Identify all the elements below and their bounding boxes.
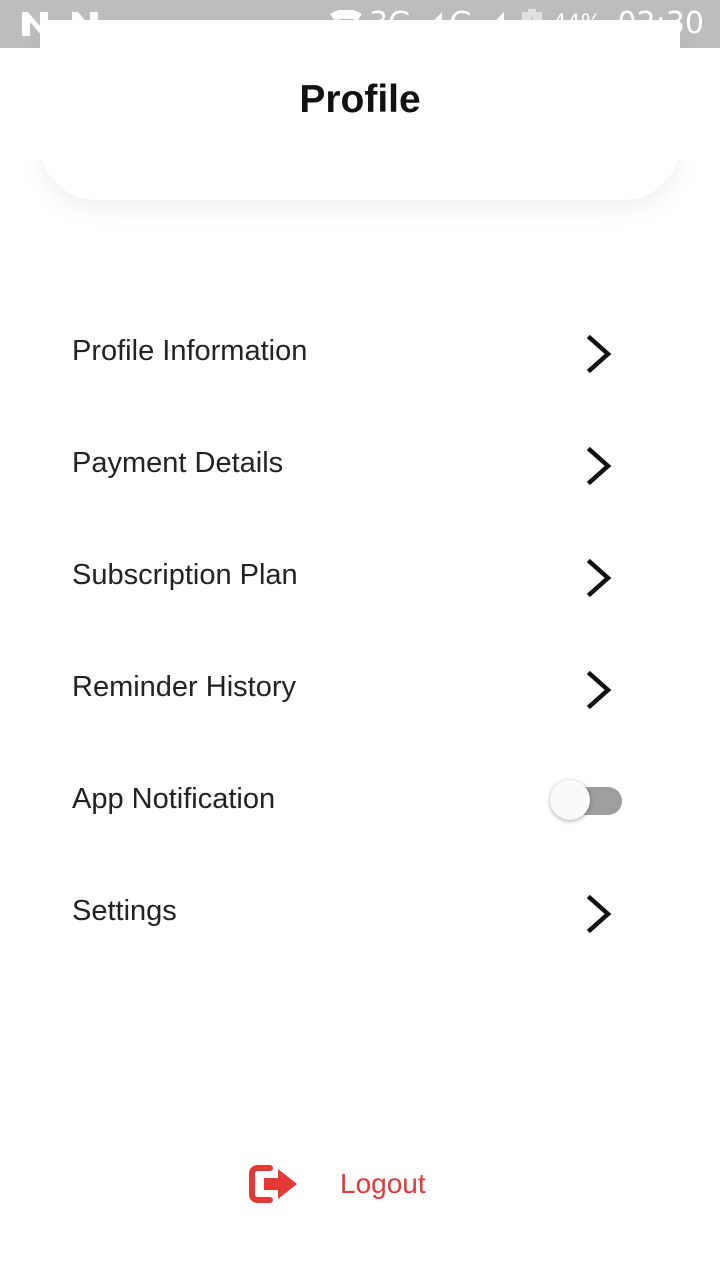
chevron-right-icon: [586, 334, 612, 374]
chevron-right-icon: [586, 446, 612, 486]
toggle-knob: [550, 780, 590, 820]
profile-menu: Profile Information Payment Details Subs…: [0, 298, 720, 970]
menu-item-subscription-plan[interactable]: Subscription Plan: [0, 522, 720, 634]
logout-label: Logout: [340, 1168, 426, 1199]
page-title: Profile: [299, 78, 421, 121]
menu-item-reminder-history[interactable]: Reminder History: [0, 634, 720, 746]
logout-icon: [249, 1165, 297, 1203]
menu-item-label: Profile Information: [72, 335, 308, 367]
chevron-right-icon: [586, 670, 612, 710]
menu-item-label: App Notification: [72, 783, 276, 815]
chevron-right-icon: [586, 558, 612, 598]
menu-item-app-notification: App Notification: [0, 746, 720, 858]
menu-item-label: Payment Details: [72, 447, 284, 479]
logout-button[interactable]: Logout: [248, 1160, 448, 1208]
menu-item-settings[interactable]: Settings: [0, 858, 720, 970]
app-notification-toggle[interactable]: [548, 779, 626, 823]
chevron-right-icon: [586, 894, 612, 934]
menu-item-payment-details[interactable]: Payment Details: [0, 410, 720, 522]
menu-item-label: Reminder History: [72, 671, 296, 703]
menu-item-label: Settings: [72, 895, 177, 927]
menu-item-profile-information[interactable]: Profile Information: [0, 298, 720, 410]
menu-item-label: Subscription Plan: [72, 559, 298, 591]
